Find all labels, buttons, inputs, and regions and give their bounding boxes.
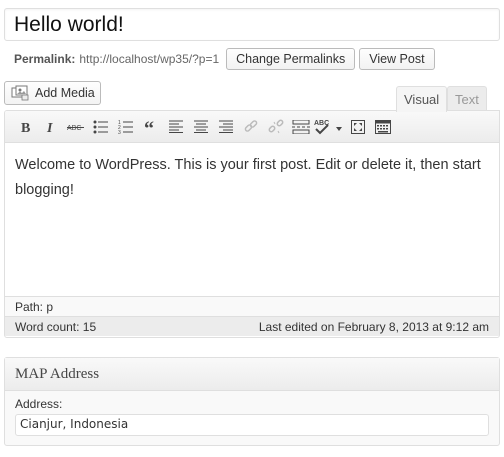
tab-text[interactable]: Text	[447, 86, 487, 111]
address-label: Address:	[15, 397, 63, 411]
more-tag-icon[interactable]	[288, 115, 313, 139]
fullscreen-icon[interactable]	[345, 115, 370, 139]
post-title-input[interactable]: Hello world!	[4, 8, 500, 41]
editor-path: Path: p	[5, 296, 499, 316]
svg-text:I: I	[46, 121, 53, 134]
svg-text:ABC: ABC	[67, 125, 81, 132]
tab-visual[interactable]: Visual	[396, 86, 448, 112]
map-address-box: MAP Address Address: Cianjur, Indonesia	[4, 357, 500, 446]
editor-status-bar: Word count: 15 Last edited on February 8…	[5, 316, 499, 336]
blockquote-icon[interactable]: “	[138, 115, 163, 139]
permalink-row: Permalink: http://localhost/wp35/?p=1 Ch…	[14, 47, 435, 71]
add-media-label: Add Media	[35, 86, 95, 100]
change-permalinks-button[interactable]: Change Permalinks	[226, 48, 356, 70]
italic-icon[interactable]: I	[38, 115, 63, 139]
align-center-icon[interactable]	[188, 115, 213, 139]
numbered-list-icon[interactable]: 1 2 3	[113, 115, 138, 139]
word-count: Word count: 15	[15, 319, 97, 334]
svg-text:3: 3	[118, 130, 121, 134]
permalink-url: http://localhost/wp35/?p=1	[79, 52, 220, 66]
post-editor: B I ABC 1 2 3 “ ABC Welcome to WordPress…	[4, 110, 500, 338]
bold-icon[interactable]: B	[13, 115, 38, 139]
address-input[interactable]: Cianjur, Indonesia	[15, 414, 489, 436]
svg-text:B: B	[21, 121, 30, 134]
strikethrough-icon[interactable]: ABC	[63, 115, 88, 139]
insert-link-icon[interactable]	[238, 115, 263, 139]
last-edited: Last edited on February 8, 2013 at 9:12 …	[258, 319, 489, 334]
editor-toolbar: B I ABC 1 2 3 “ ABC	[5, 111, 499, 143]
editor-content[interactable]: Welcome to WordPress. This is your first…	[5, 143, 499, 296]
map-address-title[interactable]: MAP Address	[5, 358, 499, 391]
unlink-icon[interactable]	[263, 115, 288, 139]
align-right-icon[interactable]	[213, 115, 238, 139]
align-left-icon[interactable]	[163, 115, 188, 139]
svg-text:“: “	[144, 120, 154, 134]
spellcheck-icon[interactable]: ABC	[313, 115, 345, 139]
media-icon	[11, 85, 29, 101]
kitchen-sink-icon[interactable]	[370, 115, 395, 139]
permalink-label: Permalink:	[14, 52, 76, 66]
view-post-button[interactable]: View Post	[359, 48, 435, 70]
add-media-button[interactable]: Add Media	[4, 81, 101, 105]
bulleted-list-icon[interactable]	[88, 115, 113, 139]
